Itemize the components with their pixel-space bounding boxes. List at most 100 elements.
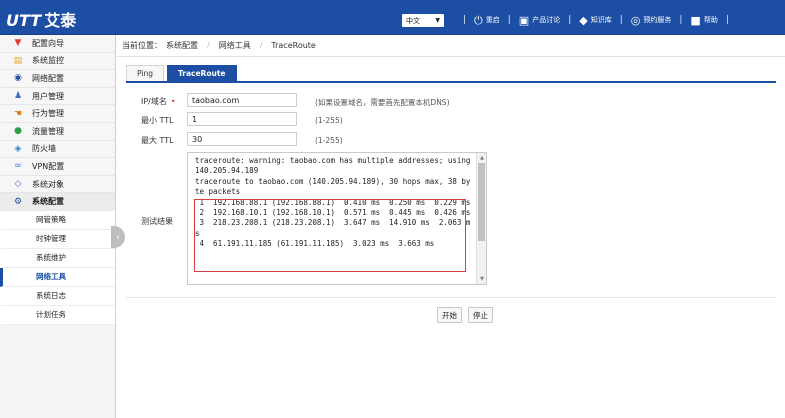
service-link[interactable]: ◎ 预约服务 — [631, 15, 672, 26]
breadcrumb: 当前位置： 系统配置 / 网络工具 / TraceRoute — [117, 35, 785, 57]
sidebar-item-wizard[interactable]: ▼ 配置向导 — [0, 35, 115, 53]
required-mark: • — [170, 97, 176, 106]
subitem-label: 系统日志 — [36, 291, 66, 301]
sidebar: ▼ 配置向导 ▤ 系统监控 ◉ 网络配置 ♟ 用户管理 ☚ 行为管理 ● 流量管理 ◈ 防火墙… — [0, 35, 116, 418]
gear-icon: ⚙ — [13, 196, 23, 207]
sidebar-item-label: 系统对象 — [32, 179, 64, 189]
breadcrumb-prefix: 当前位置： — [122, 41, 162, 50]
breadcrumb-item-current: TraceRoute — [271, 41, 316, 50]
host-label-text: IP/域名 — [141, 97, 167, 106]
tab-traceroute[interactable]: TraceRoute — [166, 65, 237, 81]
tab-bar: Ping TraceRoute — [126, 65, 776, 83]
max-ttl-input[interactable]: 30 — [187, 132, 297, 146]
sidebar-item-objects[interactable]: ◇ 系统对象 — [0, 175, 115, 194]
host-hint: (如果设置域名，需要首先配置本机DNS) — [315, 98, 450, 107]
sidebar-item-label: 防火墙 — [32, 144, 56, 154]
chevron-down-icon: ▼ — [435, 17, 440, 24]
max-ttl-hint: (1-255) — [315, 136, 343, 145]
sidebar-item-label: 配置向导 — [32, 38, 64, 48]
sidebar-item-label: 网络配置 — [32, 73, 64, 83]
result-line: 4 61.191.11.185 (61.191.11.185) 3.023 ms… — [195, 239, 435, 249]
result-text: traceroute: warning: taobao.com has mult… — [195, 156, 473, 250]
sidebar-item-label: 流量管理 — [32, 126, 64, 136]
language-value: 中文 — [406, 16, 420, 25]
breadcrumb-item[interactable]: 系统配置 — [166, 40, 198, 51]
result-line: 3 218.23.208.1 (218.23.208.1) 3.647 ms 1… — [195, 218, 471, 238]
monitor-icon: ▤ — [13, 55, 23, 66]
min-ttl-value: 1 — [192, 114, 198, 124]
breadcrumb-item[interactable]: 网络工具 — [219, 40, 251, 51]
breadcrumb-separator: / — [207, 41, 210, 50]
knowledge-link[interactable]: ◆ 知识库 — [579, 15, 611, 26]
nav-label: 预约服务 — [643, 16, 672, 24]
stop-button-label: 停止 — [473, 310, 488, 320]
help-link[interactable]: ■ 帮助 — [690, 15, 717, 26]
host-input[interactable]: taobao.com — [187, 93, 297, 107]
nav-label: 知识库 — [590, 16, 612, 24]
subitem-label: 网络工具 — [36, 272, 66, 282]
forum-link[interactable]: ▣ 产品讨论 — [519, 15, 560, 26]
start-button[interactable]: 开始 — [437, 307, 462, 323]
max-ttl-value: 30 — [192, 134, 203, 144]
restart-button[interactable]: ⏻ 重启 — [474, 15, 500, 26]
tab-label: TraceRoute — [177, 69, 226, 78]
firewall-icon: ◈ — [14, 143, 22, 154]
max-ttl-label: 最大 TTL — [141, 136, 174, 145]
sidebar-subitem-log[interactable]: 系统日志 — [0, 286, 115, 306]
forum-icon: ▣ — [518, 13, 530, 27]
nav-label: 重启 — [485, 16, 500, 24]
logo-name: 艾泰 — [44, 11, 77, 30]
main-content: 当前位置： 系统配置 / 网络工具 / TraceRoute Ping Trac… — [117, 35, 785, 418]
result-scrollbar[interactable]: ▲ ▼ — [476, 153, 486, 284]
sidebar-item-label: 行为管理 — [32, 109, 64, 119]
hand-icon: ☚ — [13, 108, 23, 119]
result-line: traceroute: warning: taobao.com has mult… — [195, 156, 475, 176]
sidebar-item-label: 系统监控 — [32, 56, 64, 66]
nav-separator: | — [463, 15, 467, 25]
sidebar-item-behavior[interactable]: ☚ 行为管理 — [0, 105, 115, 123]
sidebar-subitem-tasks[interactable]: 计划任务 — [0, 305, 115, 325]
logo: UTT 艾泰 — [6, 7, 76, 31]
result-line: 1 192.168.88.1 (192.168.88.1) 0.410 ms 0… — [195, 197, 471, 207]
top-nav: | ⏻ 重启 | ▣ 产品讨论 | ◆ 知识库 | ◎ 预约服务 | ■ 帮助 | — [455, 12, 737, 28]
result-textarea[interactable]: traceroute: warning: taobao.com has mult… — [187, 152, 487, 285]
stop-button[interactable]: 停止 — [468, 307, 493, 323]
nav-label: 产品讨论 — [532, 16, 561, 24]
sidebar-item-traffic[interactable]: ● 流量管理 — [0, 122, 115, 141]
service-icon: ◎ — [630, 13, 641, 27]
restart-icon: ⏻ — [474, 13, 483, 27]
sidebar-item-monitor[interactable]: ▤ 系统监控 — [0, 52, 115, 71]
globe-icon: ◉ — [14, 73, 22, 84]
scroll-up-icon[interactable]: ▲ — [477, 153, 486, 163]
language-select[interactable]: 中文 ▼ — [402, 14, 444, 27]
nav-separator: | — [619, 15, 623, 25]
sidebar-item-users[interactable]: ♟ 用户管理 — [0, 87, 115, 106]
sidebar-item-system-config[interactable]: ⚙ 系统配置 — [0, 193, 115, 211]
tab-ping[interactable]: Ping — [126, 65, 164, 81]
sidebar-subitem-clock[interactable]: 时钟管理 — [0, 229, 115, 249]
sidebar-item-vpn[interactable]: ∞ VPN配置 — [0, 158, 115, 176]
scroll-down-icon[interactable]: ▼ — [477, 274, 486, 284]
sidebar-item-firewall[interactable]: ◈ 防火墙 — [0, 140, 115, 159]
subitem-label: 系统维护 — [36, 253, 66, 263]
scroll-thumb[interactable] — [478, 163, 485, 241]
min-ttl-input[interactable]: 1 — [187, 112, 297, 126]
logo-brand: UTT — [6, 11, 42, 30]
result-label: 测试结果 — [141, 217, 173, 226]
subitem-label: 时钟管理 — [36, 234, 66, 244]
sidebar-subitem-maintenance[interactable]: 系统维护 — [0, 248, 115, 268]
result-line: traceroute to taobao.com (140.205.94.189… — [195, 176, 471, 197]
nav-label: 帮助 — [703, 16, 718, 24]
breadcrumb-separator: / — [259, 41, 263, 50]
min-ttl-hint: (1-255) — [315, 116, 343, 125]
divider — [126, 297, 776, 298]
sidebar-item-label: 用户管理 — [32, 91, 64, 101]
sidebar-item-label: VPN配置 — [32, 161, 65, 171]
sidebar-item-network[interactable]: ◉ 网络配置 — [0, 70, 115, 88]
sidebar-subitem-policy[interactable]: 网管策略 — [0, 210, 115, 230]
pin-icon: ▼ — [14, 38, 22, 49]
subitem-label: 网管策略 — [36, 215, 66, 225]
sidebar-subitem-network-tools[interactable]: 网络工具 — [0, 267, 115, 287]
nav-separator: | — [568, 15, 572, 25]
host-input-value: taobao.com — [192, 95, 240, 105]
